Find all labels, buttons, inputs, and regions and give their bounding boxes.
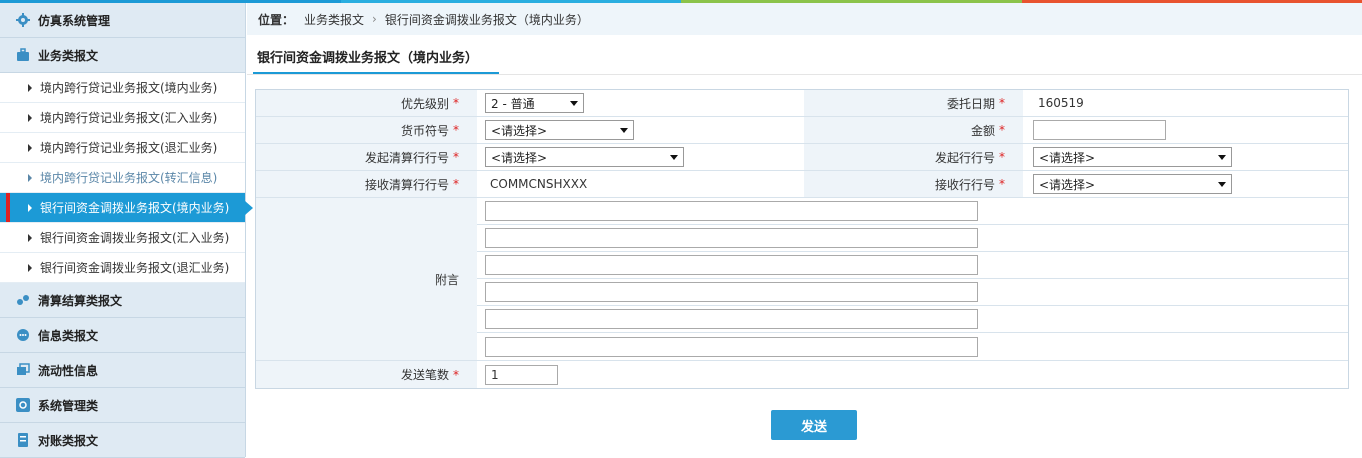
breadcrumb: 位置： 业务类报文 › 银行间资金调拨业务报文（境内业务）: [247, 3, 1362, 35]
ledger-icon: [16, 433, 30, 447]
memo-input-2[interactable]: [485, 228, 978, 248]
sidebar-item-label: 境内跨行贷记业务报文(退汇业务): [40, 141, 218, 155]
memo-input-6[interactable]: [485, 336, 978, 357]
sidebar-item-label: 银行间资金调拨业务报文(汇入业务): [40, 231, 230, 245]
breadcrumb-label: 位置：: [258, 12, 295, 27]
sidebar-item-interbank-domestic[interactable]: 银行间资金调拨业务报文(境内业务): [0, 193, 245, 223]
chevron-right-icon: ›: [372, 12, 377, 26]
chat-icon: [16, 328, 30, 342]
priority-label: 优先级别 *: [256, 90, 477, 116]
caret-right-icon: [28, 263, 32, 272]
page-title: 银行间资金调拨业务报文（境内业务）: [257, 51, 479, 66]
caret-right-icon: [28, 143, 32, 152]
memo-input-1[interactable]: [485, 201, 978, 221]
currency-label: 货币符号 *: [256, 117, 477, 143]
send-bank-label: 发起行行号 *: [804, 144, 1023, 170]
sidebar-item-interbank-inbound[interactable]: 银行间资金调拨业务报文(汇入业务): [0, 223, 245, 253]
gear-icon: [16, 13, 30, 27]
caret-right-icon: [28, 233, 32, 242]
priority-select[interactable]: 2 - 普通: [485, 93, 584, 113]
main-content: 位置： 业务类报文 › 银行间资金调拨业务报文（境内业务） 银行间资金调拨业务报…: [247, 3, 1362, 457]
dropdown-caret-icon: [1218, 154, 1226, 160]
memo-input-3[interactable]: [485, 255, 978, 275]
sidebar-cat-clearing[interactable]: 清算结算类报文: [0, 283, 245, 318]
entrust-date-label: 委托日期 *: [804, 90, 1023, 116]
sidebar-item-label: 境内跨行贷记业务报文(境内业务): [40, 81, 218, 95]
dropdown-caret-icon: [620, 127, 628, 133]
sidebar-cat-label: 清算结算类报文: [38, 293, 123, 308]
sidebar-item-domestic-credit[interactable]: 境内跨行贷记业务报文(境内业务): [0, 73, 245, 103]
sidebar-item-label: 境内跨行贷记业务报文(转汇信息): [40, 171, 218, 185]
recv-bank-label: 接收行行号 *: [804, 171, 1023, 197]
sidebar-item-return-credit[interactable]: 境内跨行贷记业务报文(退汇业务): [0, 133, 245, 163]
form-row: 发送笔数 * 1: [256, 361, 1348, 388]
memo-label: 附言: [256, 198, 477, 360]
amount-label: 金额 *: [804, 117, 1023, 143]
send-bank-cell: <请选择>: [1023, 144, 1348, 170]
sidebar-cat-label: 系统管理类: [38, 398, 99, 413]
briefcase-icon: [16, 48, 30, 62]
dropdown-caret-icon: [570, 100, 578, 106]
message-form: 优先级别 * 2 - 普通 委托日期 * 160519 货币符号 * <请选择> 金额…: [255, 89, 1349, 389]
sidebar-item-label: 境内跨行贷记业务报文(汇入业务): [40, 111, 218, 125]
page-title-bar: 银行间资金调拨业务报文（境内业务）: [247, 35, 1362, 75]
sidebar-item-transfer-info[interactable]: 境内跨行贷记业务报文(转汇信息): [0, 163, 245, 193]
caret-right-icon: [28, 113, 32, 122]
memo-input-5[interactable]: [485, 309, 978, 329]
send-button[interactable]: 发送: [771, 410, 857, 440]
breadcrumb-item[interactable]: 业务类报文: [304, 11, 364, 28]
sidebar-item-label: 银行间资金调拨业务报文(境内业务): [40, 201, 230, 215]
recv-clearing-value: COMMCNSHXXX: [490, 177, 588, 191]
sidebar-cat-label: 业务类报文: [38, 48, 99, 63]
amount-cell: [1023, 117, 1348, 143]
sidebar-cat-label: 信息类报文: [38, 328, 99, 343]
form-row: 货币符号 * <请选择> 金额 *: [256, 117, 1348, 144]
title-underline: [253, 72, 499, 74]
sidebar-cat-label: 仿真系统管理: [38, 13, 111, 28]
currency-select[interactable]: <请选择>: [485, 120, 634, 140]
sidebar-item-label: 银行间资金调拨业务报文(退汇业务): [40, 261, 230, 275]
send-bank-select[interactable]: <请选择>: [1033, 147, 1232, 167]
sidebar: 仿真系统管理 业务类报文 境内跨行贷记业务报文(境内业务) 境内跨行贷记业务报文…: [0, 3, 246, 458]
count-label: 发送笔数 *: [256, 361, 477, 388]
settings-icon: [16, 398, 30, 412]
sidebar-cat-label: 流动性信息: [38, 363, 99, 378]
sidebar-item-inbound-credit[interactable]: 境内跨行贷记业务报文(汇入业务): [0, 103, 245, 133]
recv-clearing-label: 接收清算行行号 *: [256, 171, 477, 197]
form-row: 优先级别 * 2 - 普通 委托日期 * 160519: [256, 90, 1348, 117]
sidebar-cat-liquidity[interactable]: 流动性信息: [0, 353, 245, 388]
count-input[interactable]: 1: [485, 364, 558, 385]
sidebar-cat-system[interactable]: 系统管理类: [0, 388, 245, 423]
sidebar-cat-simulation[interactable]: 仿真系统管理: [0, 3, 245, 38]
memo-lines: [477, 198, 1348, 360]
form-row: 接收清算行行号 * COMMCNSHXXX 接收行行号 * <请选择>: [256, 171, 1348, 198]
memo-input-4[interactable]: [485, 282, 978, 302]
layers-icon: [16, 363, 30, 377]
amount-input[interactable]: [1033, 120, 1166, 140]
count-cell: 1: [477, 361, 804, 388]
send-clearing-select[interactable]: <请选择>: [485, 147, 684, 167]
recv-bank-select[interactable]: <请选择>: [1033, 174, 1232, 194]
sidebar-cat-business[interactable]: 业务类报文: [0, 38, 245, 73]
caret-right-icon: [28, 83, 32, 92]
breadcrumb-item: 银行间资金调拨业务报文（境内业务）: [384, 12, 589, 27]
caret-right-icon: [28, 173, 32, 182]
dropdown-caret-icon: [1218, 181, 1226, 187]
currency-cell: <请选择>: [477, 117, 804, 143]
entrust-date-value: 160519: [1038, 96, 1084, 110]
memo-row: 附言: [256, 198, 1348, 361]
recv-bank-cell: <请选择>: [1023, 171, 1348, 197]
sidebar-item-interbank-return[interactable]: 银行间资金调拨业务报文(退汇业务): [0, 253, 245, 283]
sidebar-cat-reconcile[interactable]: 对账类报文: [0, 423, 245, 458]
priority-cell: 2 - 普通: [477, 90, 804, 116]
send-clearing-cell: <请选择>: [477, 144, 804, 170]
coins-icon: [16, 293, 30, 307]
sidebar-cat-info[interactable]: 信息类报文: [0, 318, 245, 353]
send-clearing-label: 发起清算行行号 *: [256, 144, 477, 170]
dropdown-caret-icon: [670, 154, 678, 160]
sidebar-cat-label: 对账类报文: [38, 433, 99, 448]
caret-right-icon: [28, 203, 32, 212]
form-row: 发起清算行行号 * <请选择> 发起行行号 * <请选择>: [256, 144, 1348, 171]
